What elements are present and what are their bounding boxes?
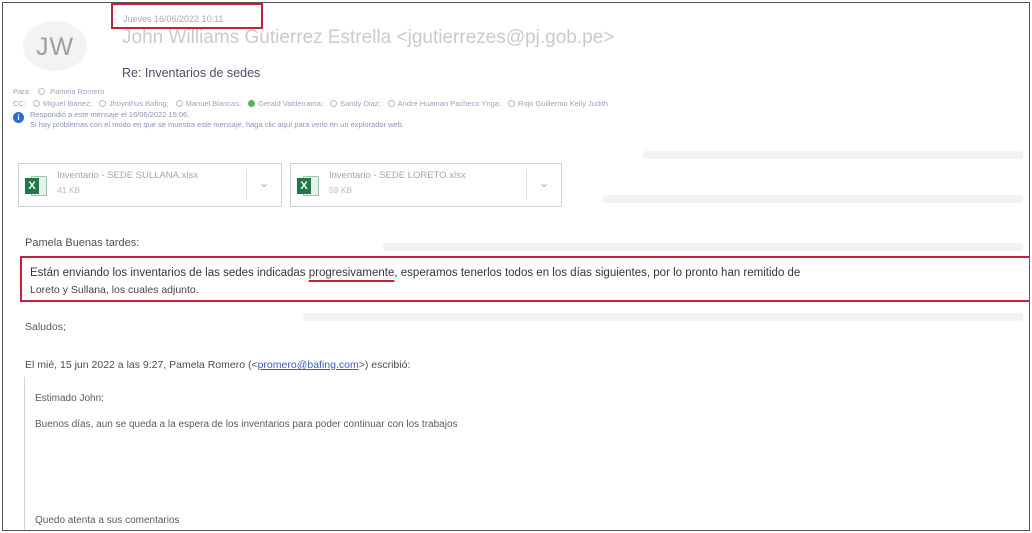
to-label: Para: bbox=[13, 87, 31, 96]
cc-recipient[interactable]: Rojo Guillermo Kelly Judith bbox=[518, 99, 608, 108]
scan-artifact bbox=[383, 243, 1023, 251]
sender-avatar[interactable]: JW bbox=[23, 21, 87, 71]
excel-icon: X bbox=[25, 174, 47, 198]
cc-recipient[interactable]: Miguel Ibanez bbox=[43, 99, 90, 108]
attachment-sullana[interactable]: X Inventario - SEDE SULLANA.xlsx 41 KB ⌄ bbox=[18, 163, 282, 207]
quoted-intro-text: El mié, 15 jun 2022 a las 9:27, Pamela R… bbox=[25, 359, 258, 371]
info-banner: i Respondió a este mensaje el 16/06/2022… bbox=[13, 110, 404, 130]
paragraph-text: , esperamos tenerlos todos en los días s… bbox=[394, 267, 801, 279]
replied-notice: Respondió a este mensaje el 16/06/2022 1… bbox=[30, 110, 190, 119]
cc-recipient[interactable]: Andre Huaman Pacheco Ynga bbox=[398, 99, 499, 108]
cc-label: CC: bbox=[13, 99, 26, 108]
attachment-size: 59 KB bbox=[329, 185, 353, 195]
quoted-intro-text: >) escribió: bbox=[358, 359, 411, 371]
presence-icon bbox=[330, 100, 338, 107]
attachment-loreto[interactable]: X Inventario - SEDE LORETO.xlsx 59 KB ⌄ bbox=[290, 163, 562, 207]
chevron-down-icon[interactable]: ⌄ bbox=[539, 176, 549, 190]
cc-recipient[interactable]: Sandy Diaz bbox=[340, 99, 378, 108]
sent-date: Jueves 16/06/2022 10:11 bbox=[123, 14, 224, 24]
quoted-closing: Quedo atenta a sus comentarios bbox=[35, 515, 180, 526]
divider bbox=[246, 170, 247, 200]
presence-icon bbox=[33, 100, 41, 107]
underlined-word: progresivamente bbox=[308, 267, 395, 279]
attachment-size: 41 KB bbox=[57, 185, 81, 195]
body-paragraph-line2: Loreto y Sullana, los cuales adjunto. bbox=[30, 284, 199, 296]
presence-available-icon bbox=[248, 100, 256, 107]
paragraph-text: Están enviando los inventarios de las se… bbox=[30, 267, 309, 279]
attachment-name: Inventario - SEDE SULLANA.xlsx bbox=[57, 170, 198, 181]
body-closing: Saludos; bbox=[25, 321, 66, 333]
scan-artifact bbox=[303, 313, 1023, 321]
info-icon: i bbox=[13, 112, 24, 123]
cc-line: CC: Miguel Ibanez; Jhoynthus Bafing; Man… bbox=[13, 99, 609, 108]
presence-icon bbox=[38, 88, 46, 95]
to-line: Para: Pamela Romero bbox=[13, 87, 104, 96]
cc-recipient[interactable]: Gerald Valderrama bbox=[258, 99, 321, 108]
presence-icon bbox=[387, 100, 395, 107]
scan-artifact bbox=[603, 195, 1023, 203]
presence-icon bbox=[508, 100, 516, 107]
body-greeting: Pamela Buenas tardes: bbox=[25, 237, 140, 249]
presence-icon bbox=[98, 100, 106, 107]
quote-border bbox=[24, 377, 25, 530]
quoted-salutation: Estimado John: bbox=[35, 393, 104, 404]
email-link[interactable]: promero@bafing.com bbox=[258, 359, 359, 371]
email-subject: Re: Inventarios de sedes bbox=[122, 66, 261, 80]
chevron-down-icon[interactable]: ⌄ bbox=[259, 176, 269, 190]
divider bbox=[526, 170, 527, 200]
cc-recipient[interactable]: Manuel Blancas bbox=[186, 99, 239, 108]
to-recipient[interactable]: Pamela Romero bbox=[50, 87, 104, 96]
email-reading-pane: Jueves 16/06/2022 10:11 JW John Williams… bbox=[2, 2, 1030, 531]
cc-recipient[interactable]: Jhoynthus Bafing bbox=[109, 99, 167, 108]
sent-date-highlight: Jueves 16/06/2022 10:11 bbox=[111, 3, 263, 29]
quoted-message: Buenos días, aun se queda a la espera de… bbox=[35, 419, 458, 430]
attachment-name: Inventario - SEDE LORETO.xlsx bbox=[329, 170, 466, 181]
scan-artifact bbox=[643, 151, 1023, 159]
excel-icon: X bbox=[297, 174, 319, 198]
view-in-browser-notice[interactable]: Si hay problemas con el modo en que se m… bbox=[30, 120, 404, 130]
presence-icon bbox=[175, 100, 183, 107]
quoted-intro: El mié, 15 jun 2022 a las 9:27, Pamela R… bbox=[25, 359, 410, 371]
sender-name[interactable]: John Williams Gutierrez Estrella <jgutie… bbox=[122, 27, 614, 49]
body-paragraph-line1: Están enviando los inventarios de las se… bbox=[30, 267, 800, 279]
